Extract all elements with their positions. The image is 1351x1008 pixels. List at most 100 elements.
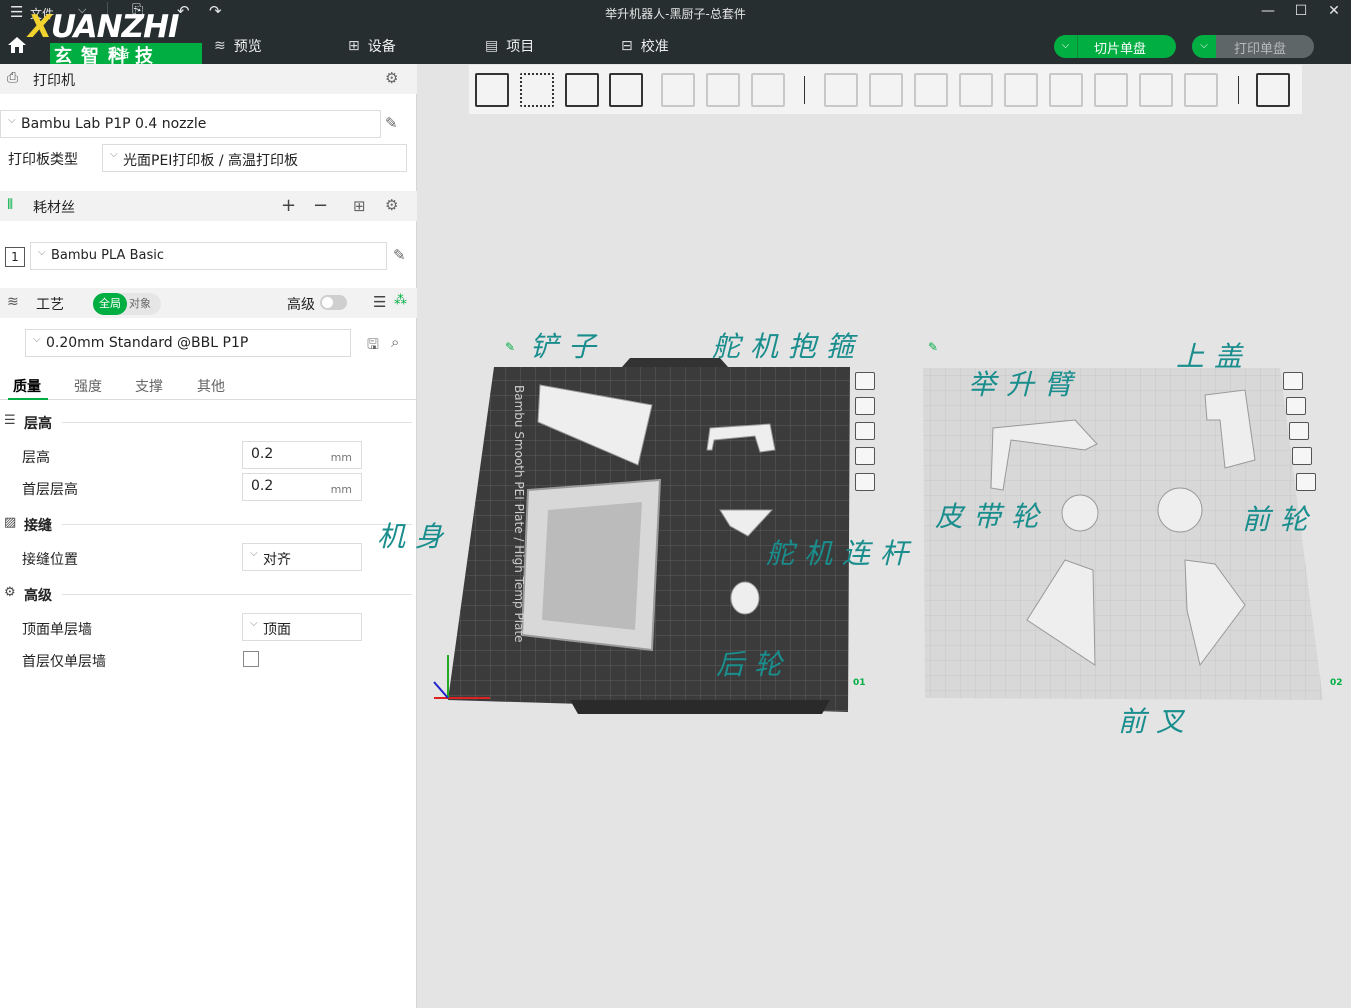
tab-prepare[interactable]: 准备 bbox=[108, 45, 130, 61]
filament-sync-icon[interactable]: ⊞ bbox=[353, 197, 366, 215]
first-layer-single-wall-checkbox[interactable] bbox=[243, 651, 259, 667]
gear-icon[interactable]: ⚙ bbox=[385, 69, 398, 87]
toolbar-divider bbox=[1238, 76, 1239, 104]
global-object-toggle[interactable]: 全局 对象 bbox=[93, 293, 161, 315]
edit-icon[interactable]: ✎ bbox=[385, 114, 398, 132]
add-filament-button[interactable]: + bbox=[281, 195, 296, 216]
gear-icon[interactable]: ⚙ bbox=[385, 196, 398, 214]
filament-icon: ⦀ bbox=[7, 197, 14, 213]
edit-icon[interactable]: ✎ bbox=[393, 246, 406, 264]
layer-height-input[interactable]: 0.2 mm bbox=[242, 441, 362, 469]
tab-project[interactable]: ▤ 项目 bbox=[485, 36, 534, 56]
annotation-label: 舵机连杆 bbox=[766, 537, 919, 570]
delete-plate-icon[interactable] bbox=[1283, 372, 1303, 390]
annotation-label: 举升臂 bbox=[968, 368, 1083, 401]
process-preset-select[interactable]: ⌵ 0.20mm Standard @BBL P1P bbox=[25, 329, 351, 357]
compare-icon[interactable]: ⁂ bbox=[394, 293, 407, 308]
seam-position-select[interactable]: ⌵ 对齐 bbox=[242, 543, 362, 571]
plate-orient-icon[interactable] bbox=[1289, 422, 1309, 440]
maximize-button[interactable]: ☐ bbox=[1289, 3, 1313, 19]
chevron-down-icon: ⌵ bbox=[250, 618, 258, 629]
layers-list-icon[interactable] bbox=[751, 73, 785, 107]
plate-settings-icon[interactable] bbox=[855, 473, 875, 491]
toggle-global[interactable]: 全局 bbox=[93, 293, 127, 315]
lock-icon[interactable] bbox=[855, 447, 875, 465]
tab-calibration[interactable]: ⊟ 校准 bbox=[621, 36, 669, 56]
divider bbox=[62, 422, 412, 423]
layer-icon: ☰ bbox=[4, 413, 16, 428]
plate-orient-icon[interactable] bbox=[855, 422, 875, 440]
auto-orient-icon[interactable] bbox=[565, 73, 599, 107]
copy-icon[interactable] bbox=[661, 73, 695, 107]
add-plate-icon[interactable] bbox=[520, 73, 554, 107]
edit-plate-name-icon[interactable]: ✎ bbox=[505, 340, 515, 354]
tab-preview[interactable]: ≋ 预览 bbox=[214, 36, 262, 56]
plate-arrange-icon[interactable] bbox=[855, 397, 875, 415]
edit-plate-name-icon[interactable]: ✎ bbox=[928, 340, 938, 354]
printer-preset-select[interactable]: ⌵ Bambu Lab P1P 0.4 nozzle bbox=[0, 110, 381, 138]
chevron-down-icon[interactable]: ⌵ bbox=[1192, 35, 1216, 58]
divider bbox=[62, 524, 412, 525]
annotation-label: 前叉 bbox=[1118, 705, 1195, 738]
close-button[interactable]: ✕ bbox=[1322, 3, 1346, 19]
tab-device[interactable]: ⊞ 设备 bbox=[348, 36, 396, 56]
tab-strength[interactable]: 强度 bbox=[74, 376, 102, 396]
top-single-wall-select[interactable]: ⌵ 顶面 bbox=[242, 613, 362, 641]
plate-type-label: 打印板类型 bbox=[8, 152, 78, 168]
plate-number-2[interactable]: 02 bbox=[1330, 678, 1343, 688]
annotation-label: 舵机抱箍 bbox=[712, 330, 865, 363]
scale-icon[interactable] bbox=[914, 73, 948, 107]
plate-type-select[interactable]: ⌵ 光面PEI打印板 / 高温打印板 bbox=[102, 144, 407, 172]
lay-on-face-icon[interactable] bbox=[959, 73, 993, 107]
tab-quality[interactable]: 质量 bbox=[13, 376, 41, 396]
printer-icon: ⎙ bbox=[7, 70, 19, 86]
plate-number-1[interactable]: 01 bbox=[853, 678, 866, 688]
toolbar-divider bbox=[804, 76, 805, 104]
tabs-divider bbox=[0, 399, 417, 400]
minimize-button[interactable]: — bbox=[1256, 3, 1280, 19]
lock-icon[interactable] bbox=[1292, 447, 1312, 465]
advanced-label: 高级 bbox=[287, 297, 315, 313]
assembly-view-icon[interactable] bbox=[1256, 73, 1290, 107]
chevron-down-icon: ⌵ bbox=[8, 115, 16, 126]
plate-arrange-icon[interactable] bbox=[1286, 397, 1306, 415]
seam-icon: ▨ bbox=[4, 515, 17, 530]
remove-filament-button[interactable]: − bbox=[313, 195, 328, 216]
slice-plate-button[interactable]: ⌵ 切片单盘 bbox=[1054, 35, 1176, 58]
rotate-icon[interactable] bbox=[869, 73, 903, 107]
search-icon[interactable]: ⌕ bbox=[391, 333, 399, 351]
seam-position-label: 接缝位置 bbox=[22, 552, 78, 568]
advanced-switch[interactable] bbox=[320, 295, 347, 310]
annotation-label: 皮带轮 bbox=[935, 500, 1050, 533]
first-layer-height-input[interactable]: 0.2 mm bbox=[242, 473, 362, 501]
first-layer-height-label: 首层层高 bbox=[22, 482, 78, 498]
chevron-down-icon: ⌵ bbox=[110, 149, 118, 160]
list-icon[interactable]: ☰ bbox=[373, 293, 386, 311]
filament-slot-number[interactable]: 1 bbox=[5, 247, 25, 267]
tab-support[interactable]: 支撑 bbox=[135, 376, 163, 396]
filament-preset-select[interactable]: ⌵ Bambu PLA Basic bbox=[30, 242, 387, 270]
cut-icon[interactable] bbox=[1004, 73, 1038, 107]
support-paint-icon[interactable] bbox=[1094, 73, 1128, 107]
toggle-object[interactable]: 对象 bbox=[129, 293, 151, 315]
seam-paint-icon[interactable] bbox=[1139, 73, 1173, 107]
annotation-label: 后轮 bbox=[716, 648, 793, 681]
chevron-down-icon: ⌵ bbox=[33, 334, 41, 345]
print-plate-button[interactable]: ⌵ 打印单盘 bbox=[1192, 35, 1314, 58]
logo-text: XUANZHI bbox=[28, 9, 180, 45]
plate-settings-icon[interactable] bbox=[1296, 473, 1316, 491]
home-icon[interactable] bbox=[6, 35, 28, 55]
tab-others[interactable]: 其他 bbox=[197, 376, 225, 396]
text-icon[interactable] bbox=[1184, 73, 1218, 107]
annotation-label: 上盖 bbox=[1176, 340, 1253, 373]
boolean-icon[interactable] bbox=[1049, 73, 1083, 107]
arrange-icon[interactable] bbox=[609, 73, 643, 107]
chevron-down-icon[interactable]: ⌵ bbox=[1054, 35, 1078, 58]
paste-icon[interactable] bbox=[706, 73, 740, 107]
delete-plate-icon[interactable] bbox=[855, 372, 875, 390]
top-single-wall-label: 顶面单层墙 bbox=[22, 622, 92, 638]
process-icon: ≋ bbox=[7, 294, 19, 310]
move-icon[interactable] bbox=[824, 73, 858, 107]
add-object-icon[interactable] bbox=[475, 73, 509, 107]
save-preset-icon[interactable]: 🖫 bbox=[367, 334, 379, 358]
